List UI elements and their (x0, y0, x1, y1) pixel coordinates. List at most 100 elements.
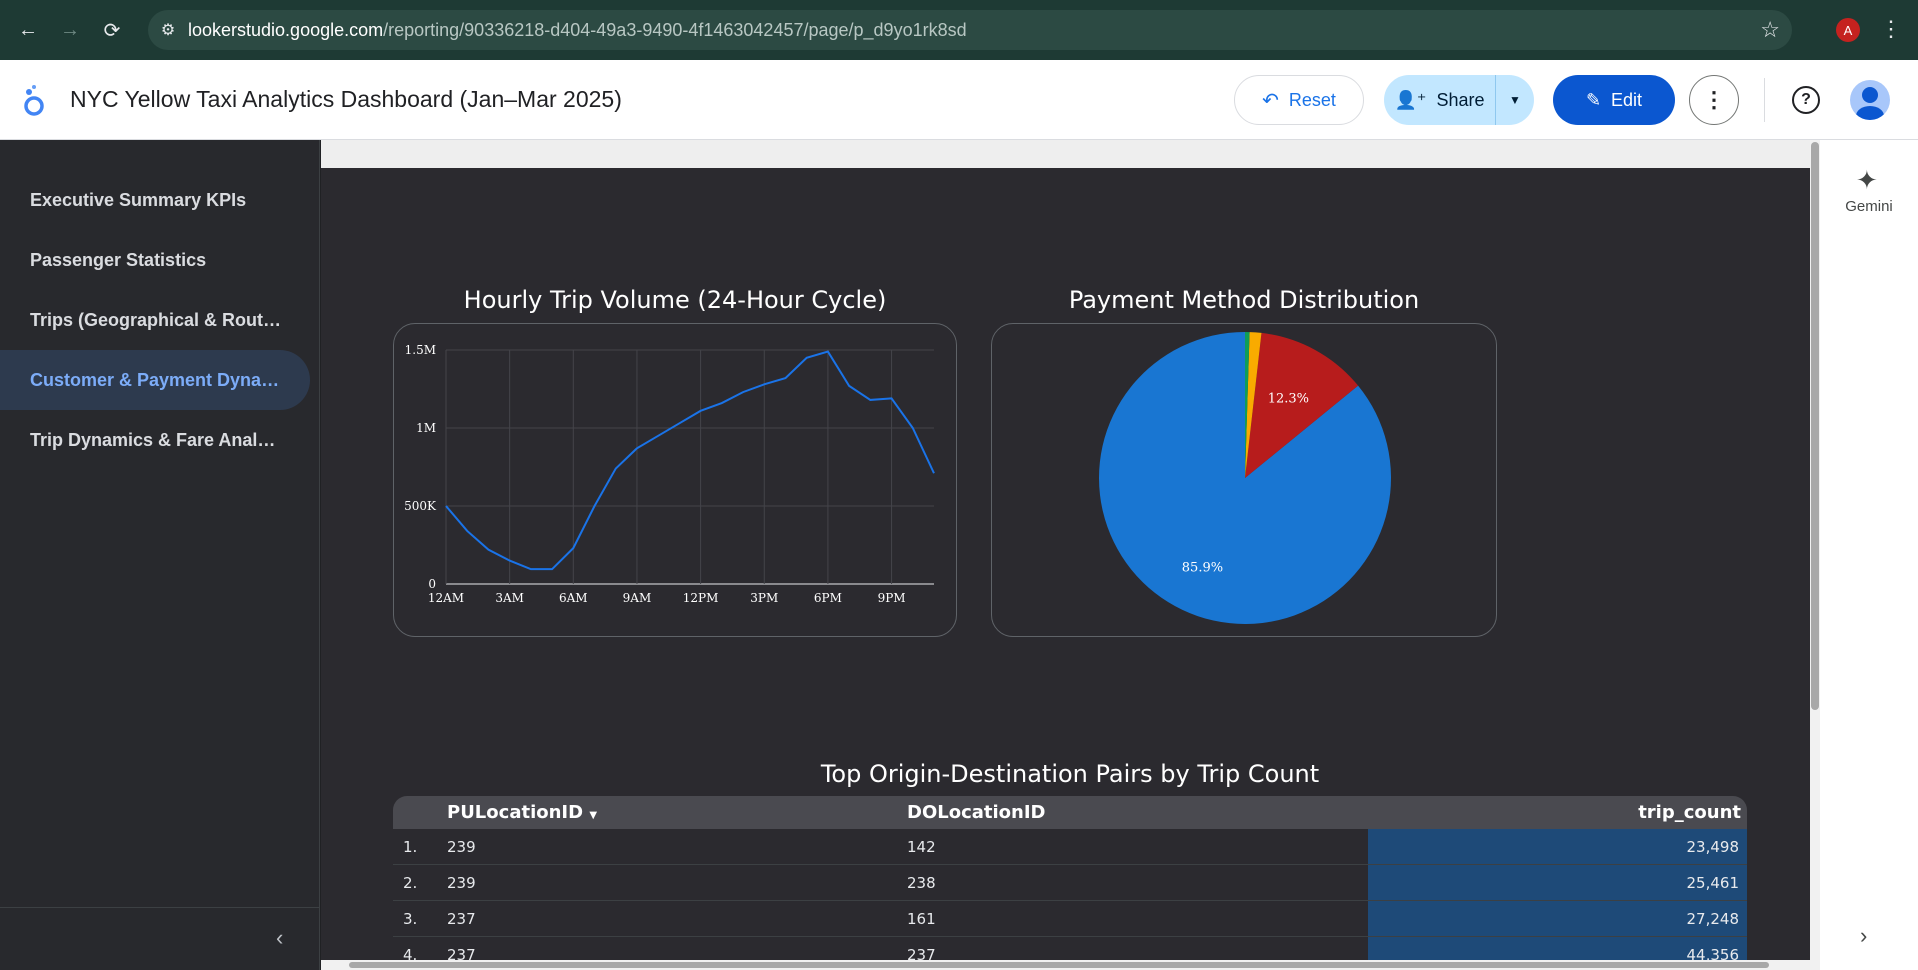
row-index: 3. (403, 910, 418, 928)
x-tick-label: 6PM (814, 591, 842, 605)
cell-dolocationid: 142 (907, 838, 936, 856)
x-tick-label: 12AM (428, 591, 464, 605)
help-icon[interactable]: ? (1792, 86, 1820, 114)
nav-item-trip-dynamics-fare-analysis[interactable]: Trip Dynamics & Fare Analysis (0, 410, 310, 470)
table-row[interactable]: 1. 239 142 23,498 (393, 829, 1747, 865)
slice-label: 85.9% (1182, 561, 1223, 576)
bookmark-star-icon[interactable]: ☆ (1760, 17, 1780, 43)
data-point[interactable] (804, 355, 809, 360)
nav-item-label: Executive Summary KPIs (30, 189, 247, 210)
horizontal-scrollbar-thumb[interactable] (349, 962, 1769, 968)
data-point[interactable] (719, 401, 724, 406)
pencil-icon: ✎ (1585, 89, 1602, 110)
horizontal-scrollbar[interactable] (321, 960, 1810, 970)
data-point[interactable] (592, 504, 597, 509)
vertical-scrollbar-thumb[interactable] (1811, 142, 1819, 710)
url-path: /reporting/90336218-d404-49a3-9490-4f146… (383, 19, 967, 40)
column-label: PULocationID (447, 802, 584, 823)
data-point[interactable] (528, 567, 533, 572)
add-person-icon: 👤⁺ (1394, 89, 1427, 110)
line-chart-card[interactable]: 0 500K 1M 1.5M 12AM 3AM 6AM 9AM 12PM 3PM 6PM 9PM (393, 323, 957, 637)
x-tick-label: 3AM (495, 591, 524, 605)
share-dropdown-icon[interactable]: ▼ (1496, 75, 1534, 125)
column-header-pulocationid[interactable]: PULocationID ▼ (447, 802, 597, 823)
nav-item-passenger-statistics[interactable]: Passenger Statistics (0, 230, 310, 290)
cell-pulocationid: 239 (447, 838, 476, 856)
site-settings-icon[interactable]: ⚙ (148, 20, 188, 40)
data-point[interactable] (825, 349, 830, 354)
app-header: NYC Yellow Taxi Analytics Dashboard (Jan… (0, 60, 1918, 140)
looker-studio-logo-icon[interactable] (20, 84, 48, 118)
share-button[interactable]: 👤⁺ Share (1384, 75, 1496, 125)
data-point[interactable] (507, 558, 512, 563)
forward-arrow-icon[interactable]: → (52, 12, 88, 48)
page-navigation-sidebar: Executive Summary KPIs Passenger Statist… (0, 140, 320, 970)
data-point[interactable] (571, 546, 576, 551)
data-point[interactable] (486, 547, 491, 552)
gemini-sparkle-icon: ✦ (1856, 165, 1878, 195)
cell-pulocationid: 239 (447, 874, 476, 892)
x-tick-label: 3PM (750, 591, 778, 605)
table-header: PULocationID ▼ DOLocationID trip_count (393, 796, 1747, 829)
slice-label: 12.3% (1268, 392, 1309, 407)
data-point[interactable] (762, 382, 767, 387)
user-avatar[interactable] (1850, 80, 1890, 120)
data-point[interactable] (634, 446, 639, 451)
reset-button[interactable]: ↶ Reset (1234, 75, 1364, 125)
data-point[interactable] (550, 567, 555, 572)
pie-chart-title: Payment Method Distribution (1068, 286, 1420, 314)
data-point[interactable] (698, 408, 703, 413)
data-point[interactable] (613, 466, 618, 471)
undo-icon: ↶ (1262, 89, 1279, 112)
data-point[interactable] (910, 426, 915, 431)
nav-item-executive-summary-kpis[interactable]: Executive Summary KPIs (0, 170, 310, 230)
y-tick-label: 0 (428, 577, 436, 591)
data-point[interactable] (932, 471, 937, 476)
x-tick-label: 6AM (559, 591, 588, 605)
vertical-scrollbar[interactable] (1810, 140, 1820, 970)
pie-chart-card[interactable]: 85.9% 12.3% (991, 323, 1497, 637)
column-header-dolocationid[interactable]: DOLocationID (907, 802, 1046, 823)
more-options-icon[interactable]: ⋮ (1689, 75, 1739, 125)
expand-panel-chevron-icon[interactable]: › (1860, 923, 1867, 949)
row-index: 1. (403, 838, 418, 856)
nav-item-trips-geographical[interactable]: Trips (Geographical & Route I... (0, 290, 310, 350)
cell-pulocationid: 237 (447, 910, 476, 928)
nav-item-customer-payment-dynamics[interactable]: Customer & Payment Dynami... (0, 350, 310, 410)
data-point[interactable] (868, 397, 873, 402)
nav-item-label: Trip Dynamics & Fare Analysis (30, 429, 285, 450)
cell-dolocationid: 161 (907, 910, 936, 928)
edit-label: Edit (1611, 89, 1643, 110)
line-chart-title: Hourly Trip Volume (24-Hour Cycle) (463, 286, 887, 314)
collapse-sidebar-chevron-icon[interactable]: ‹ (276, 925, 283, 951)
column-header-trip-count[interactable]: trip_count (1638, 802, 1741, 823)
reload-icon[interactable]: ⟳ (94, 12, 130, 48)
back-arrow-icon[interactable]: ← (10, 12, 46, 48)
url-host: lookerstudio.google.com (188, 19, 384, 40)
data-point[interactable] (677, 421, 682, 426)
data-point[interactable] (656, 433, 661, 438)
data-point[interactable] (783, 376, 788, 381)
data-point[interactable] (847, 383, 852, 388)
header-divider (1764, 78, 1765, 122)
nav-item-label: Trips (Geographical & Route I... (30, 309, 285, 330)
data-point[interactable] (889, 396, 894, 401)
browser-profile-avatar[interactable]: A (1836, 18, 1860, 42)
report-title[interactable]: NYC Yellow Taxi Analytics Dashboard (Jan… (70, 86, 622, 113)
y-tick-label: 500K (404, 499, 437, 513)
address-bar[interactable]: ⚙ lookerstudio.google.com/reporting/9033… (148, 10, 1792, 50)
browser-menu-icon[interactable]: ⋮ (1880, 16, 1902, 42)
data-point[interactable] (465, 528, 470, 533)
report-canvas-viewport: Hourly Trip Volume (24-Hour Cycle) 0 500K… (321, 140, 1810, 970)
nav-item-label: Passenger Statistics (30, 249, 207, 270)
x-tick-label: 9PM (878, 591, 906, 605)
edit-button[interactable]: ✎ Edit (1553, 75, 1675, 125)
x-tick-label: 9AM (623, 591, 652, 605)
data-point[interactable] (444, 504, 449, 509)
table-row[interactable]: 3. 237 161 27,248 (393, 901, 1747, 937)
data-point[interactable] (741, 390, 746, 395)
hourly-trip-volume-chart: 0 500K 1M 1.5M 12AM 3AM 6AM 9AM 12PM 3PM 6PM 9PM (404, 343, 937, 605)
table-row[interactable]: 2. 239 238 25,461 (393, 865, 1747, 901)
cell-trip-count: 25,461 (1686, 874, 1740, 892)
series-line[interactable] (445, 350, 935, 571)
